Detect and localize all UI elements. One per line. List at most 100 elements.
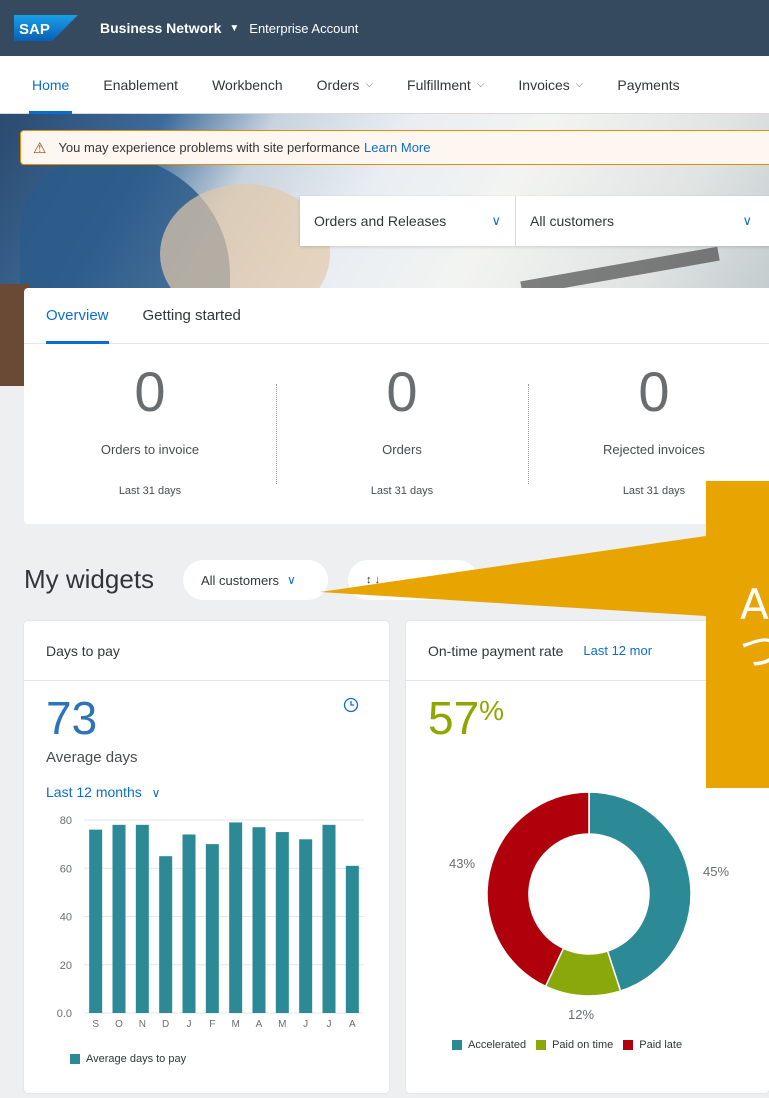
kpi-label: Orders to invoice: [100, 442, 200, 457]
sap-logo-text: SAP: [19, 21, 50, 38]
nav-item-label: Payments: [617, 76, 680, 93]
alert-text: You may experience problems with site pe…: [58, 140, 361, 155]
bar-chart-legend: Average days to pay: [70, 1053, 196, 1065]
legend-label: Paid late: [639, 1039, 683, 1051]
kpi-row: 0 Orders to invoice Last 31 days 0 Order…: [24, 344, 769, 524]
nav-item-label: Workbench: [212, 76, 283, 93]
widget-title: Days to pay: [46, 642, 120, 659]
legend-item-paid-on-time: Paid on time: [536, 1039, 613, 1051]
bar[interactable]: [299, 839, 313, 1013]
kpi-value: 0: [386, 360, 418, 423]
sap-logo[interactable]: SAP: [14, 15, 78, 41]
nav-item-payments[interactable]: Payments: [617, 56, 679, 114]
y-tick-label: 60: [60, 863, 72, 875]
bar[interactable]: [89, 829, 103, 1013]
performance-alert: ⚠ You may experience problems with site …: [20, 130, 769, 165]
top-navigation: Home Enablement Workbench Orders ⌵ Fulfil…: [0, 56, 769, 114]
customer-select[interactable]: All customers ∨: [516, 196, 766, 246]
nav-item-label: Invoices: [518, 76, 570, 93]
x-tick-label: N: [139, 1019, 146, 1030]
chevron-down-icon: ∨: [742, 213, 752, 228]
shell-title[interactable]: Business Network: [100, 20, 221, 36]
tab-getting-started[interactable]: Getting started: [143, 288, 241, 344]
bar[interactable]: [205, 844, 219, 1013]
kpi-orders[interactable]: 0 Orders Last 31 days: [276, 344, 528, 524]
widgets-customer-filter[interactable]: All customers ∨: [183, 560, 328, 600]
widget-header: Days to pay: [24, 621, 389, 681]
clock-icon[interactable]: [343, 697, 359, 713]
nav-item-fulfillment[interactable]: Fulfillment ⌵: [407, 56, 484, 114]
days-to-pay-widget: Days to pay 73 Average days Last 12 mont…: [24, 621, 389, 1093]
callout-text: A づ: [740, 580, 769, 675]
kpi-period: Last 31 days: [370, 485, 434, 497]
donut-data-label: 12%: [568, 1007, 594, 1022]
chevron-down-icon: ∨: [151, 786, 161, 800]
customer-value: All customers: [530, 213, 615, 229]
x-tick-label: A: [256, 1019, 263, 1030]
x-tick-label: D: [162, 1019, 169, 1030]
bar[interactable]: [159, 856, 173, 1013]
bar[interactable]: [112, 824, 126, 1013]
nav-item-label: Home: [32, 76, 70, 93]
average-days-label: Average days: [46, 749, 138, 766]
document-type-value: Orders and Releases: [314, 213, 447, 229]
nav-item-label: Fulfillment: [407, 76, 471, 93]
legend-item-paid-late: Paid late: [623, 1039, 682, 1051]
legend-label: Paid on time: [552, 1039, 614, 1051]
donut-data-label: 45%: [703, 864, 729, 879]
bar[interactable]: [252, 827, 266, 1013]
bar[interactable]: [322, 824, 336, 1013]
nav-item-invoices[interactable]: Invoices ⌵: [518, 56, 583, 114]
x-tick-label: J: [187, 1019, 192, 1030]
sort-icon: ↕ ↓: [366, 574, 381, 586]
nav-item-home[interactable]: Home: [28, 56, 73, 114]
chevron-down-icon: ∨: [491, 213, 501, 228]
legend-label: Average days to pay: [86, 1053, 187, 1065]
legend-swatch: [623, 1040, 634, 1050]
y-tick-label: 80: [60, 815, 72, 827]
x-tick-label: F: [209, 1019, 215, 1030]
nav-item-workbench[interactable]: Workbench: [212, 56, 283, 114]
bar[interactable]: [275, 832, 289, 1013]
shell-bar: SAP Business Network ▼ Enterprise Accoun…: [0, 0, 769, 56]
shell-subtitle: Enterprise Account: [249, 20, 359, 36]
sort-filter-pill[interactable]: ↕ ↓: [348, 560, 478, 600]
kpi-value: 0: [638, 360, 670, 423]
donut-data-label: 43%: [449, 856, 475, 871]
chevron-down-icon: ⌵: [476, 79, 485, 90]
period-selector[interactable]: Last 12 months ∨: [46, 784, 160, 800]
nav-item-enablement[interactable]: Enablement: [103, 56, 178, 114]
document-type-select[interactable]: Orders and Releases ∨: [300, 196, 516, 246]
bar[interactable]: [345, 865, 359, 1013]
nav-item-orders[interactable]: Orders ⌵: [317, 56, 373, 114]
tab-overview[interactable]: Overview: [46, 288, 109, 344]
legend-swatch: [536, 1040, 547, 1050]
y-tick-label: 0.0: [57, 1008, 72, 1020]
bar[interactable]: [229, 822, 243, 1013]
overview-tabs: Overview Getting started: [24, 288, 769, 344]
warning-icon: ⚠: [33, 139, 47, 157]
kpi-value: 0: [134, 360, 166, 423]
chevron-down-icon: ⌵: [365, 79, 374, 90]
kpi-label: Orders: [382, 442, 422, 457]
caret-down-icon[interactable]: ▼: [229, 23, 239, 34]
days-to-pay-value: 73: [46, 692, 98, 744]
bar[interactable]: [182, 834, 196, 1013]
chevron-down-icon: ⌵: [575, 79, 584, 90]
nav-item-label: Orders: [316, 76, 360, 93]
legend-label: Accelerated: [468, 1039, 527, 1051]
kpi-label: Rejected invoices: [603, 442, 705, 457]
my-widgets-title: My widgets: [24, 564, 155, 594]
kpi-orders-to-invoice[interactable]: 0 Orders to invoice Last 31 days: [24, 344, 276, 524]
kpi-period: Last 31 days: [118, 485, 182, 497]
x-tick-label: S: [92, 1019, 99, 1030]
learn-more-link[interactable]: Learn More: [364, 140, 430, 155]
donut-legend: Accelerated Paid on time Paid late: [452, 1039, 692, 1051]
x-tick-label: A: [349, 1019, 356, 1030]
x-tick-label: M: [278, 1019, 286, 1030]
bar[interactable]: [135, 824, 149, 1013]
legend-item-accelerated: Accelerated: [452, 1039, 526, 1051]
widgets-customer-value: All customers: [201, 572, 280, 588]
chevron-down-icon: ∨: [287, 573, 296, 587]
x-tick-label: J: [327, 1019, 332, 1030]
